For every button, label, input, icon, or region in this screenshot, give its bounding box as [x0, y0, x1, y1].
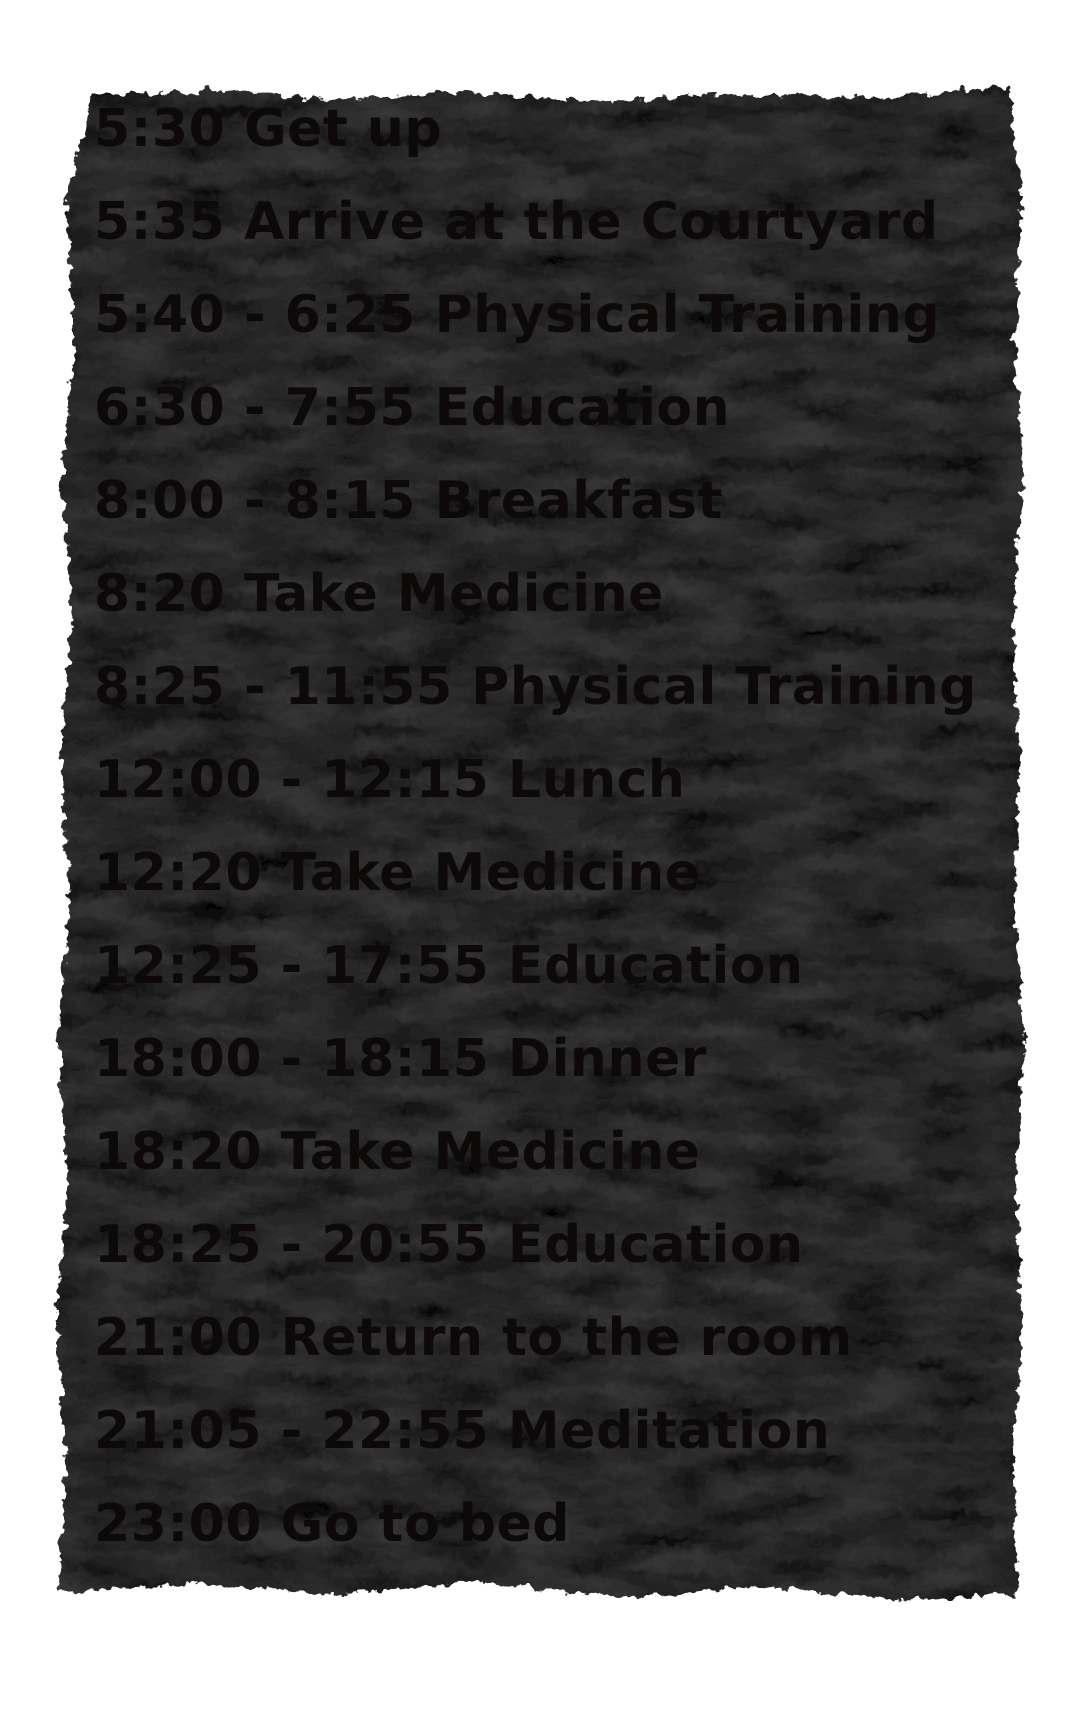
schedule-item: 6:30 - 7:55 Education [94, 378, 731, 438]
schedule-item: 8:25 - 11:55 Physical Training [94, 657, 977, 717]
schedule-item: 12:20 Take Medicine [94, 843, 701, 903]
schedule-item: 5:35 Arrive at the Courtyard [94, 192, 939, 252]
schedule-item: 18:00 - 18:15 Dinner [94, 1029, 707, 1089]
schedule-item: 8:20 Take Medicine [94, 564, 664, 624]
schedule-item: 23:00 Go to bed [94, 1494, 571, 1554]
schedule-item: 8:00 - 8:15 Breakfast [94, 471, 723, 531]
schedule-item: 21:00 Return to the room [94, 1308, 853, 1368]
schedule-item: 18:20 Take Medicine [94, 1122, 701, 1182]
daily-schedule-list: 5:30 Get up 5:35 Arrive at the Courtyard… [94, 94, 994, 1582]
page: 5:30 Get up 5:35 Arrive at the Courtyard… [0, 0, 1080, 1716]
schedule-item: 5:30 Get up [94, 99, 443, 159]
schedule-item: 21:05 - 22:55 Meditation [94, 1401, 831, 1461]
schedule-item: 12:00 - 12:15 Lunch [94, 750, 686, 810]
schedule-item: 5:40 - 6:25 Physical Training [94, 285, 941, 345]
schedule-item: 18:25 - 20:55 Education [94, 1215, 804, 1275]
schedule-item: 12:25 - 17:55 Education [94, 936, 804, 996]
